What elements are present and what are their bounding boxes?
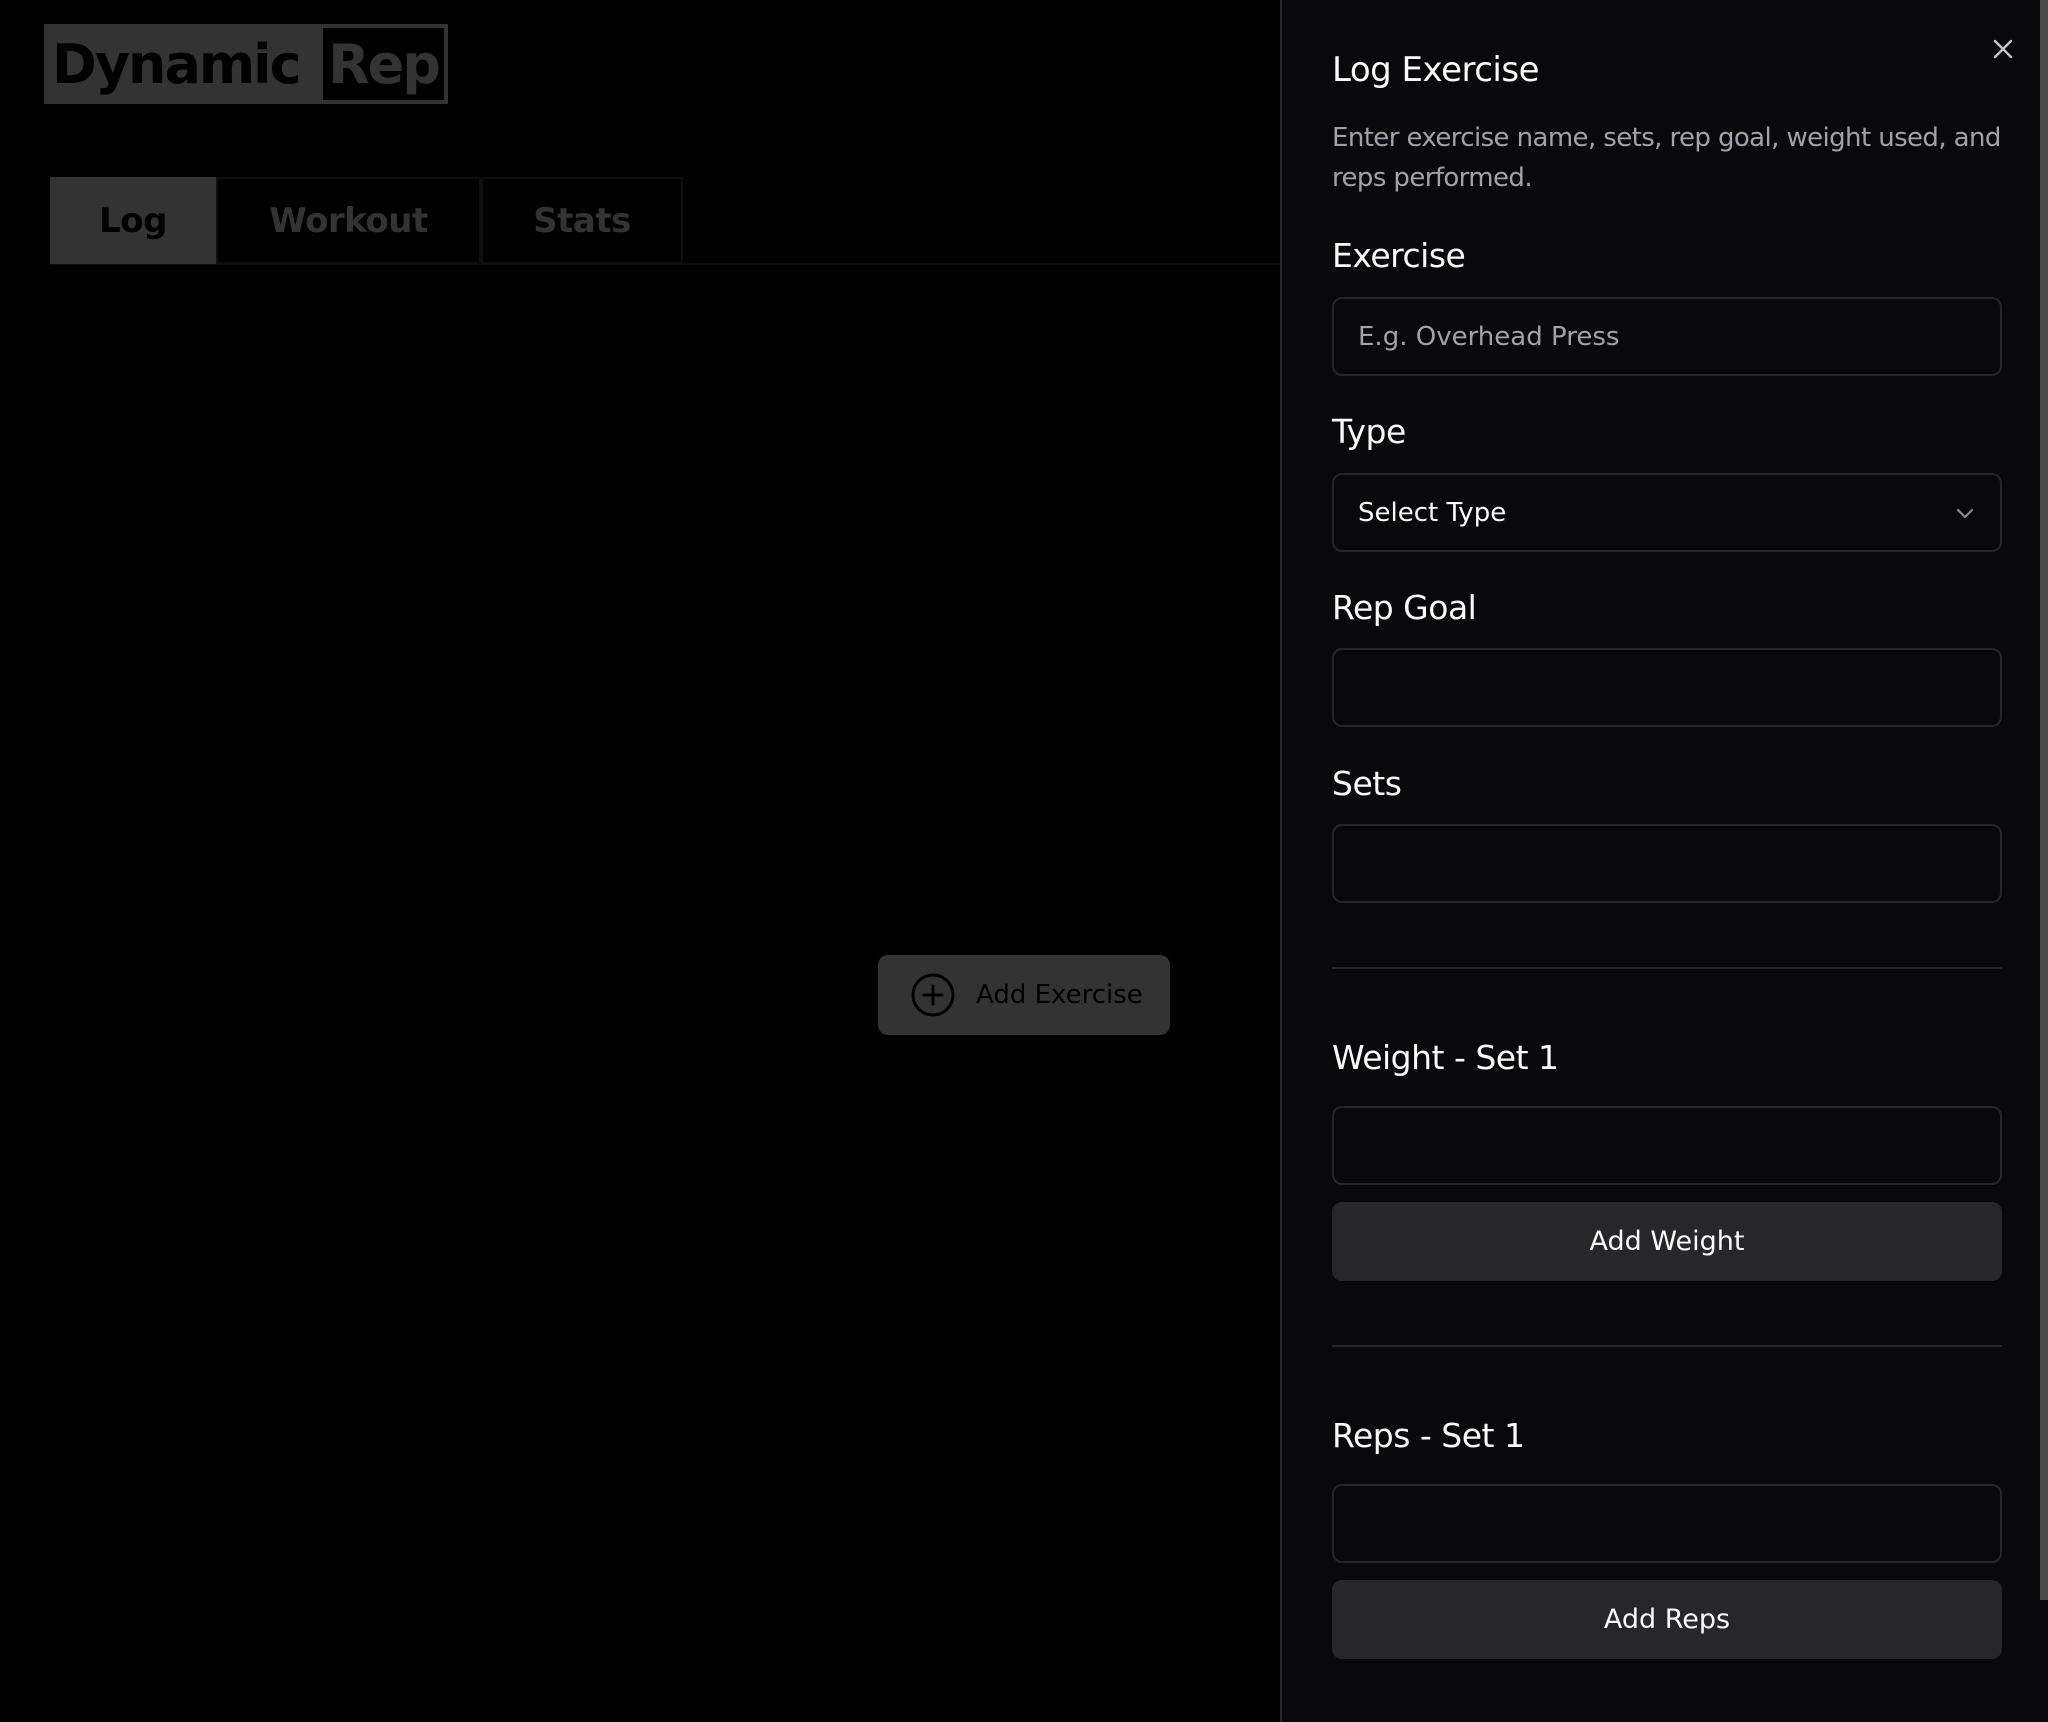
tab-log[interactable]: Log bbox=[50, 177, 216, 264]
logo-text-dynamic: Dynamic bbox=[52, 32, 302, 96]
reps-set-1-input[interactable] bbox=[1332, 1484, 2002, 1563]
add-weight-button[interactable]: Add Weight bbox=[1332, 1202, 2002, 1281]
weight-set-1-label: Weight - Set 1 bbox=[1332, 1038, 1559, 1077]
chevron-down-icon bbox=[1956, 508, 1974, 518]
logo-text-rep: Rep bbox=[323, 28, 444, 100]
tab-workout[interactable]: Workout bbox=[216, 177, 481, 264]
exercise-label: Exercise bbox=[1332, 236, 1466, 275]
main-tabs: Log Workout Stats bbox=[50, 177, 1280, 265]
panel-scrollbar[interactable] bbox=[2040, 0, 2048, 1600]
type-select[interactable]: Select Type bbox=[1332, 473, 2002, 552]
weight-set-1-input[interactable] bbox=[1332, 1106, 2002, 1185]
app-logo[interactable]: Dynamic Rep bbox=[44, 24, 448, 104]
section-divider bbox=[1332, 1345, 2002, 1347]
rep-goal-input[interactable] bbox=[1332, 648, 2002, 727]
sets-input[interactable] bbox=[1332, 824, 2002, 903]
app-root: Dynamic Rep Log Workout Stats Add Exerci… bbox=[0, 0, 2048, 1722]
add-reps-button[interactable]: Add Reps bbox=[1332, 1580, 2002, 1659]
exercise-input[interactable] bbox=[1332, 297, 2002, 376]
sets-label: Sets bbox=[1332, 764, 1402, 803]
type-select-value: Select Type bbox=[1358, 497, 1507, 528]
plus-circle-icon bbox=[911, 973, 955, 1017]
log-exercise-panel: Log Exercise Enter exercise name, sets, … bbox=[1280, 0, 2048, 1722]
tab-stats[interactable]: Stats bbox=[481, 177, 683, 264]
section-divider bbox=[1332, 967, 2002, 969]
panel-description: Enter exercise name, sets, rep goal, wei… bbox=[1332, 123, 2001, 193]
rep-goal-label: Rep Goal bbox=[1332, 588, 1477, 627]
reps-set-1-label: Reps - Set 1 bbox=[1332, 1416, 1525, 1455]
add-exercise-button[interactable]: Add Exercise bbox=[878, 955, 1170, 1035]
close-icon[interactable] bbox=[1990, 36, 2016, 62]
add-exercise-label: Add Exercise bbox=[976, 980, 1143, 1010]
panel-title: Log Exercise bbox=[1332, 50, 1540, 90]
type-label: Type bbox=[1332, 412, 1406, 451]
